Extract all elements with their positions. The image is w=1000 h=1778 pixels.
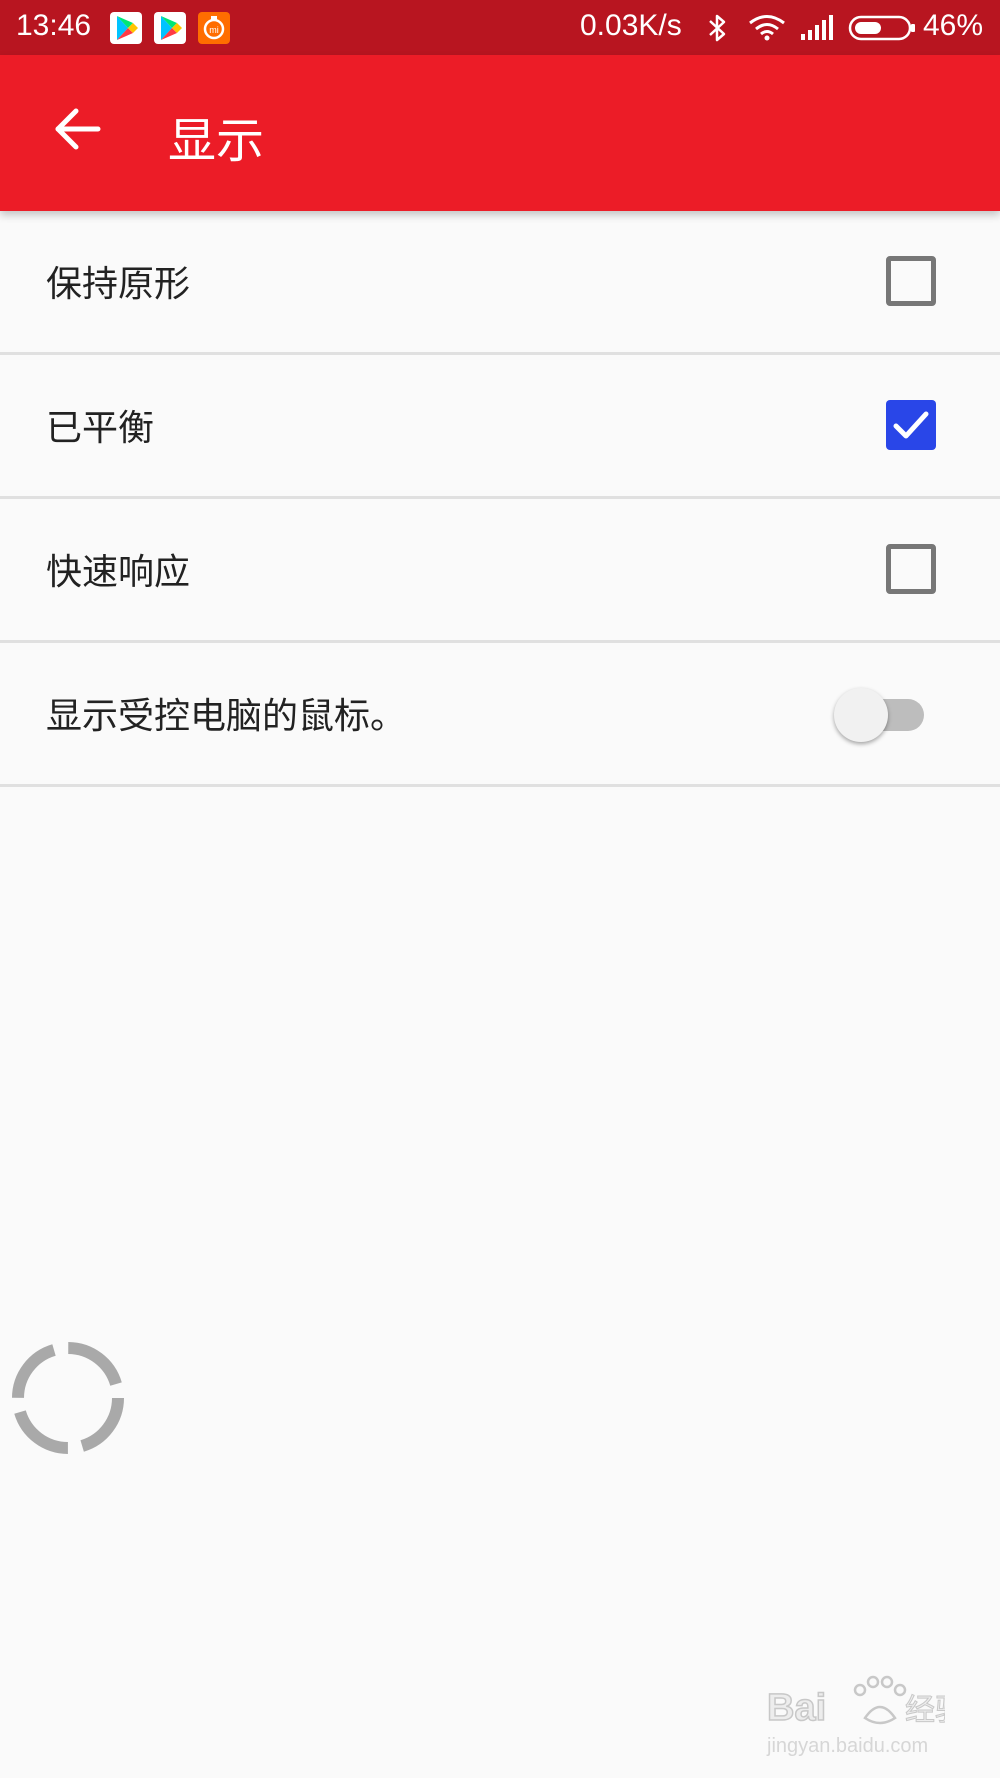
svg-text:jingyan.baidu.com: jingyan.baidu.com bbox=[766, 1735, 928, 1757]
app-bar: 显示 bbox=[0, 55, 1000, 211]
settings-list: 保持原形 已平衡 快速响应 显示受控电脑的鼠标。 bbox=[0, 211, 1000, 787]
balanced-checkbox[interactable] bbox=[886, 400, 936, 450]
battery-icon bbox=[848, 14, 918, 47]
google-play-icon bbox=[110, 12, 142, 44]
setting-balanced[interactable]: 已平衡 bbox=[0, 355, 1000, 499]
baidu-jingyan-watermark: Bai 经验 jingyan.baidu.com bbox=[765, 1668, 966, 1762]
svg-text:Bai: Bai bbox=[767, 1687, 826, 1729]
setting-keep-aspect[interactable]: 保持原形 bbox=[0, 211, 1000, 355]
network-speed: 0.03K/s bbox=[580, 9, 682, 42]
setting-label: 保持原形 bbox=[46, 264, 191, 305]
svg-text:mi: mi bbox=[209, 25, 219, 35]
status-time: 13:46 bbox=[16, 9, 92, 42]
setting-label: 快速响应 bbox=[46, 552, 191, 593]
svg-text:经验: 经验 bbox=[905, 1693, 945, 1728]
arrow-left-icon bbox=[55, 108, 101, 150]
show-remote-cursor-switch[interactable] bbox=[834, 688, 924, 742]
checkmark-icon bbox=[893, 411, 929, 439]
fast-response-checkbox[interactable] bbox=[886, 544, 936, 594]
loading-spinner-icon bbox=[10, 1340, 126, 1460]
page-title: 显示 bbox=[168, 113, 265, 169]
signal-icon bbox=[800, 14, 838, 47]
switch-thumb bbox=[834, 688, 888, 742]
setting-show-remote-cursor[interactable]: 显示受控电脑的鼠标。 bbox=[0, 643, 1000, 787]
mi-icon: mi bbox=[198, 12, 230, 44]
wifi-icon bbox=[748, 14, 786, 47]
setting-label: 显示受控电脑的鼠标。 bbox=[46, 696, 407, 737]
setting-label: 已平衡 bbox=[46, 408, 155, 449]
battery-percent: 46% bbox=[923, 9, 984, 42]
back-button[interactable] bbox=[52, 103, 104, 155]
google-play-icon bbox=[154, 12, 186, 44]
keep-aspect-checkbox[interactable] bbox=[886, 256, 936, 306]
setting-fast-response[interactable]: 快速响应 bbox=[0, 499, 1000, 643]
status-bar: 13:46 mi 0.03K/s 46% bbox=[0, 0, 1000, 55]
bluetooth-icon bbox=[705, 12, 731, 49]
